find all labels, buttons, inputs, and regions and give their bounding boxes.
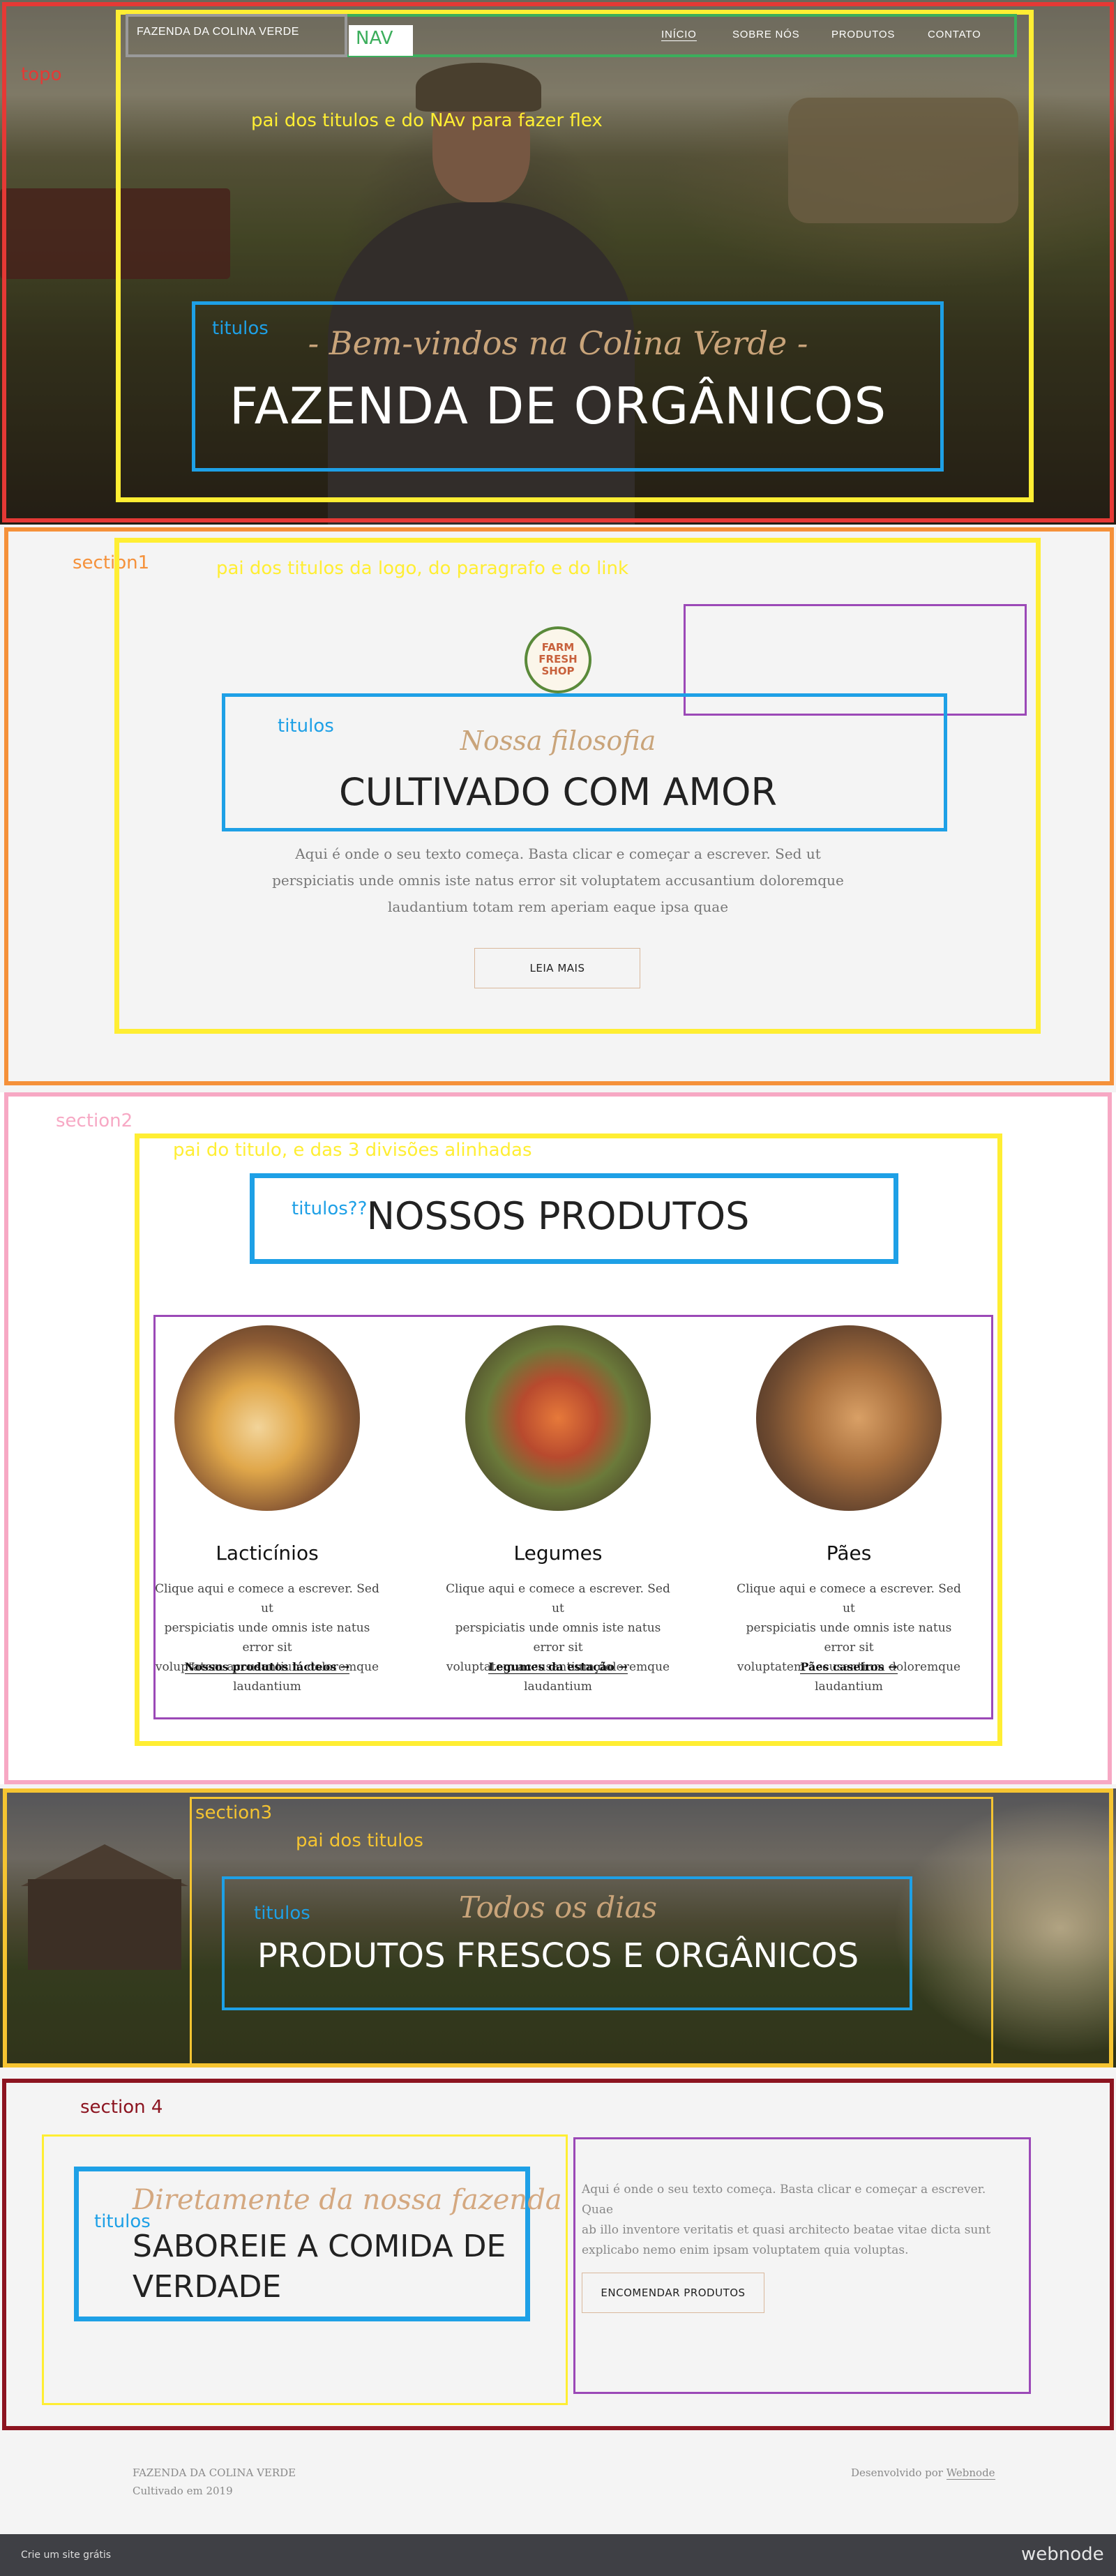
brand-outline	[126, 14, 347, 57]
product-name: Lacticínios	[216, 1542, 319, 1565]
footer-brand: FAZENDA DA COLINA VERDE	[133, 2466, 296, 2479]
create-site-link[interactable]: Crie um site grátis	[21, 2549, 111, 2561]
product-desc: Clique aqui e comece a escrever. Sed ut …	[439, 1579, 677, 1696]
logo-line-1: FARM	[541, 641, 575, 654]
s1-paragraph: Aqui é onde o seu texto começa. Basta cl…	[230, 841, 886, 920]
section2-label: section2	[56, 1110, 133, 1131]
farm-fresh-logo: FARM FRESH SHOP	[525, 626, 591, 693]
s4-subtitle: Diretamente da nossa fazenda	[133, 2184, 562, 2216]
logo-line-3: SHOP	[541, 665, 575, 677]
product-desc-line: Clique aqui e comece a escrever. Sed ut	[737, 1582, 961, 1615]
product-desc-line: laudantium	[233, 1680, 301, 1694]
footer-credit-link[interactable]: Webnode	[946, 2466, 995, 2480]
product-name: Pães	[826, 1542, 872, 1565]
webnode-bar: Crie um site grátis webnode	[0, 2534, 1116, 2576]
encomendar-produtos-button[interactable]: ENCOMENDAR PRODUTOS	[582, 2273, 764, 2313]
s1-title: CULTIVADO COM AMOR	[339, 770, 777, 814]
hero-titulos-label: titulos	[212, 318, 269, 339]
logo-line-2: FRESH	[538, 653, 578, 665]
product-name: Legumes	[513, 1542, 603, 1565]
product-desc-line: Clique aqui e comece a escrever. Sed ut	[446, 1582, 670, 1615]
footer-since: Cultivado em 2019	[133, 2485, 233, 2497]
leia-mais-button[interactable]: LEIA MAIS	[474, 948, 640, 988]
s4-paragraph-line-1: Aqui é onde o seu texto começa. Basta cl…	[582, 2183, 986, 2217]
lacticinios-image	[174, 1325, 360, 1511]
s4-purple-outline	[573, 2137, 1031, 2394]
product-desc-line: Clique aqui e comece a escrever. Sed ut	[155, 1582, 379, 1615]
s3-subtitle: Todos os dias	[458, 1890, 658, 1925]
s4-title: SABOREIE A COMIDA DE VERDADE	[133, 2227, 506, 2307]
s4-title-line-1: SABOREIE A COMIDA DE	[133, 2229, 506, 2264]
footer-credit-prefix: Desenvolvido por	[851, 2466, 943, 2479]
product-desc-line: laudantium	[815, 1680, 883, 1694]
product-desc: Clique aqui e comece a escrever. Sed ut …	[730, 1579, 967, 1696]
s3-parent-label: pai dos titulos	[296, 1830, 423, 1851]
webnode-logo[interactable]: webnode	[1021, 2544, 1104, 2565]
product-desc-line: perspiciatis unde omnis iste natus error…	[746, 1621, 952, 1655]
product-desc-line: perspiciatis unde omnis iste natus error…	[164, 1621, 370, 1655]
product-link-text[interactable]: Legumes da estação →	[488, 1660, 628, 1674]
product-link-text[interactable]: Nossos produtos lácteos →	[184, 1660, 350, 1674]
s3-title: PRODUTOS FRESCOS E ORGÂNICOS	[257, 1936, 859, 1975]
s4-paragraph-line-2: ab illo inventore veritatis et quasi arc…	[582, 2223, 991, 2237]
product-desc-line: perspiciatis unde omnis iste natus error…	[455, 1621, 661, 1655]
s4-paragraph: Aqui é onde o seu texto começa. Basta cl…	[582, 2180, 1000, 2261]
s1-paragraph-line-3: laudantium totam rem aperiam eaque ipsa …	[387, 898, 729, 915]
hero-titulos-outline	[192, 301, 944, 472]
footer-credit: Desenvolvido por Webnode	[851, 2466, 995, 2480]
product-link-legumes[interactable]: Legumes da estação →	[439, 1660, 677, 1674]
product-desc: Clique aqui e comece a escrever. Sed ut …	[149, 1579, 386, 1696]
s1-subtitle: Nossa filosofia	[460, 725, 656, 756]
section3-label: section3	[195, 1802, 273, 1823]
product-link-paes[interactable]: Pães caseiros →	[730, 1660, 967, 1674]
s2-parent-label: pai do titulo, e das 3 divisões alinhada…	[173, 1140, 532, 1161]
legumes-image	[465, 1325, 651, 1511]
s4-title-line-2: VERDADE	[133, 2269, 282, 2305]
s1-parent-label: pai dos titulos da logo, do paragrafo e …	[216, 558, 629, 579]
s1-paragraph-line-2: perspiciatis unde omnis iste natus error…	[272, 872, 844, 889]
product-link-text[interactable]: Pães caseiros →	[800, 1660, 898, 1674]
nav-label: NAV	[356, 28, 393, 49]
product-desc-line: laudantium	[524, 1680, 592, 1694]
s1-paragraph-line-1: Aqui é onde o seu texto começa. Basta cl…	[295, 845, 821, 862]
s4-paragraph-line-3: explicabo nemo enim ipsam voluptatem qui…	[582, 2243, 909, 2257]
section4-label: section 4	[80, 2097, 163, 2118]
hero-parent-label: pai dos titulos e do NAv para fazer flex	[251, 110, 603, 131]
paes-image	[756, 1325, 942, 1511]
product-link-lacticinios[interactable]: Nossos produtos lácteos →	[149, 1660, 386, 1674]
topo-label: topo	[21, 64, 62, 85]
s2-title: NOSSOS PRODUTOS	[366, 1194, 750, 1238]
